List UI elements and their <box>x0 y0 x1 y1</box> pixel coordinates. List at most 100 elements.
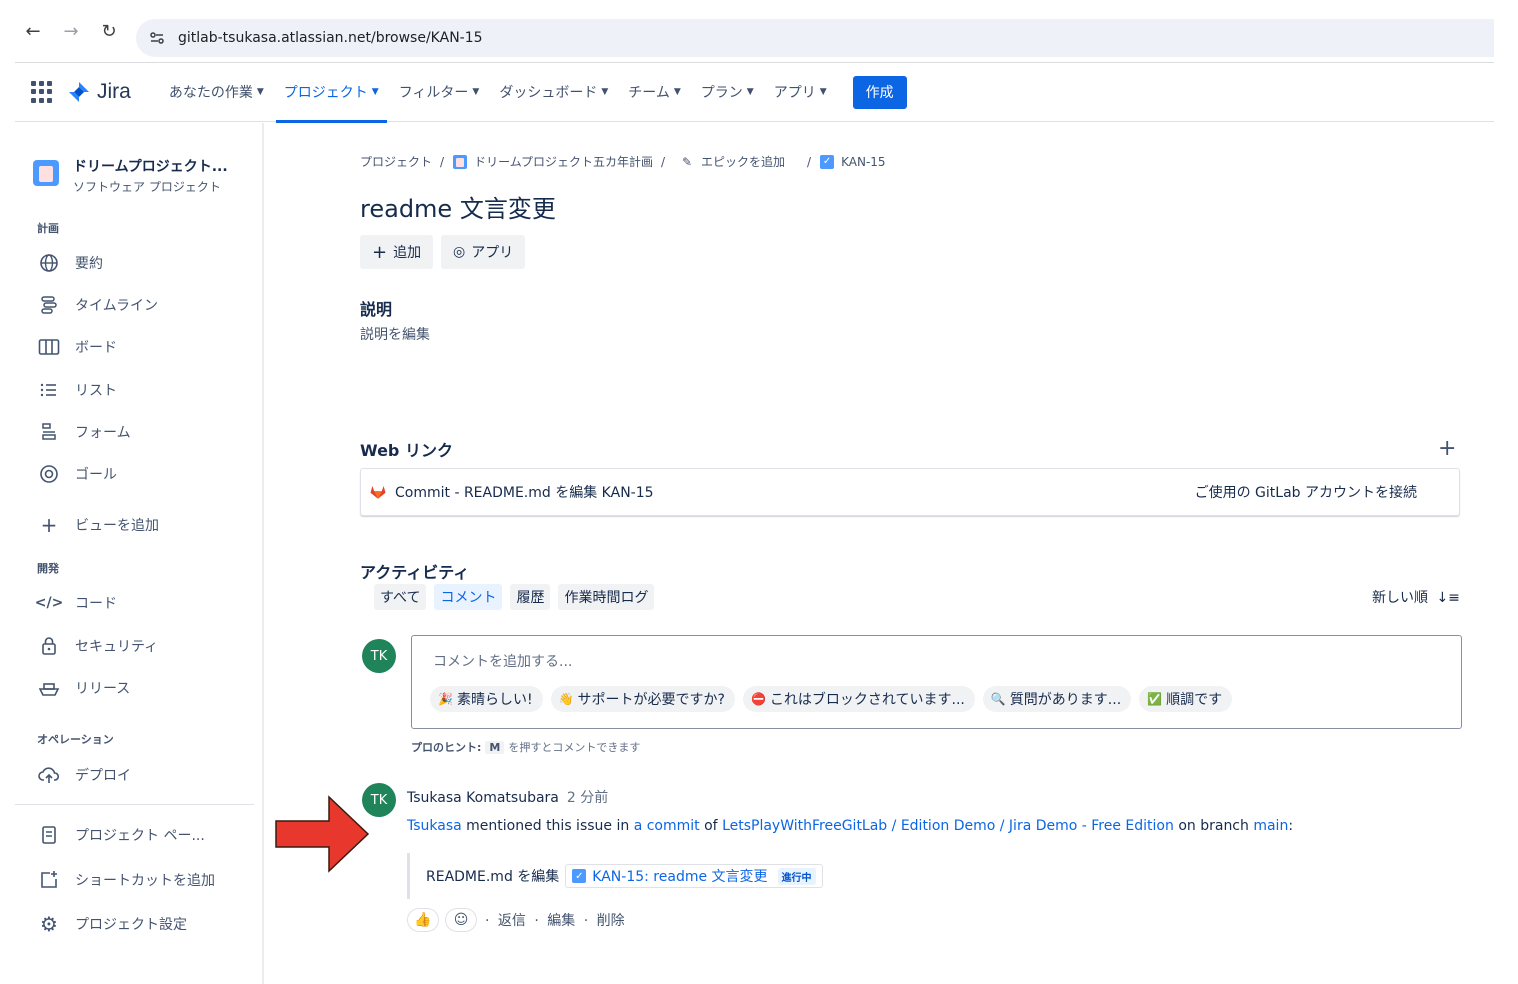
add-weblink-plus-icon[interactable]: + <box>1438 436 1456 461</box>
sidebar-item-releases[interactable]: リリース <box>37 676 130 700</box>
add-reaction-icon[interactable]: ☺ <box>445 908 477 932</box>
comment-quote: README.md を編集 ✓ KAN-15: readme 文言変更 進行中 <box>407 853 823 899</box>
party-icon: 🎉 <box>438 692 453 706</box>
branch-link[interactable]: main <box>1253 818 1288 834</box>
reload-icon[interactable]: ↻ <box>98 20 120 42</box>
weblink-row[interactable]: Commit - README.md を編集 KAN-15 ご使用の GitLa… <box>360 468 1460 516</box>
tab-all[interactable]: すべて <box>374 584 427 610</box>
sidebar-item-summary[interactable]: 要約 <box>37 251 103 275</box>
gear-icon: ⚙ <box>40 912 58 936</box>
description-editor[interactable]: 説明を編集 <box>360 324 430 344</box>
nav-dashboards[interactable]: ダッシュボード ▼ <box>491 63 616 122</box>
chevron-down-icon: ▼ <box>601 87 609 97</box>
quick-reply-blocked[interactable]: ⛔ これはブロックされています... <box>742 686 975 712</box>
avatar: TK <box>362 639 396 673</box>
sidebar-item-deploy[interactable]: デプロイ <box>37 763 131 787</box>
create-button[interactable]: 作成 <box>852 75 907 109</box>
sidebar-item-code[interactable]: </> コード <box>34 591 117 615</box>
sidebar-item-project-settings[interactable]: ⚙ プロジェクト設定 <box>37 912 187 936</box>
app-switcher-icon[interactable] <box>31 81 53 103</box>
project-type: ソフトウェア プロジェクト <box>73 180 221 194</box>
sidebar-resize-handle[interactable] <box>262 123 264 984</box>
weblinks-heading: Web リンク <box>360 441 453 460</box>
sidebar-item-project-pages[interactable]: プロジェクト ペー... <box>37 823 205 847</box>
project-avatar <box>33 160 59 186</box>
quick-replies: 🎉 素晴らしい! 👋 サポートが必要ですか? ⛔ これはブロックされています... 🔍… <box>430 686 1240 712</box>
activity-tabs: すべて コメント 履歴 作業時間ログ <box>374 584 662 610</box>
sidebar-add-view[interactable]: + ビューを追加 <box>37 513 159 537</box>
task-checkbox-icon: ✓ <box>819 154 835 170</box>
lock-icon <box>37 634 61 658</box>
quick-reply-on-track[interactable]: ✅ 順調です <box>1139 686 1233 712</box>
delete-button[interactable]: 削除 <box>597 913 625 929</box>
project-header[interactable]: ドリームプロジェクト... ソフトウェア プロジェクト <box>33 156 228 195</box>
breadcrumb: プロジェクト / ドリームプロジェクト五カ年計画 / ✎ エピックを追加 / ✓… <box>360 153 886 170</box>
comment-author[interactable]: Tsukasa Komatsubara <box>407 790 559 806</box>
add-button[interactable]: + 追加 <box>360 235 434 269</box>
nav-teams[interactable]: チーム ▼ <box>620 63 689 122</box>
thumbs-up-icon[interactable]: 👍 <box>407 908 439 932</box>
tab-comments[interactable]: コメント <box>434 584 503 610</box>
url-text: gitlab-tsukasa.atlassian.net/browse/KAN-… <box>178 30 483 46</box>
sidebar-item-goal[interactable]: ゴール <box>37 462 117 486</box>
code-icon: </> <box>34 595 64 611</box>
jira-logo-icon <box>69 82 89 102</box>
gitlab-icon <box>370 486 386 499</box>
comment-input[interactable]: コメントを追加する... 🎉 素晴らしい! 👋 サポートが必要ですか? ⛔ これはブロ… <box>411 635 1462 729</box>
status-badge: 進行中 <box>777 867 816 885</box>
site-settings-icon[interactable] <box>148 29 166 47</box>
cloud-upload-icon <box>37 763 61 787</box>
sidebar-item-board[interactable]: ボード <box>37 335 117 359</box>
sidebar-item-list[interactable]: リスト <box>37 378 117 402</box>
no-entry-icon: ⛔ <box>750 692 766 706</box>
jira-logo[interactable]: Jira <box>67 80 131 104</box>
sidebar-item-timeline[interactable]: タイムライン <box>37 293 158 317</box>
quick-reply-question[interactable]: 🔍 質問があります... <box>982 686 1132 712</box>
reply-button[interactable]: 返信 <box>498 913 526 929</box>
form-icon <box>37 420 61 444</box>
quick-reply-need-help[interactable]: 👋 サポートが必要ですか? <box>550 686 735 712</box>
repo-link[interactable]: LetsPlayWithFreeGitLab / Edition Demo / … <box>722 818 1174 834</box>
add-shortcut-icon <box>37 868 61 892</box>
apps-button[interactable]: ◎ アプリ <box>441 235 526 269</box>
back-icon[interactable]: ← <box>22 20 44 42</box>
comment-body: Tsukasa mentioned this issue in a commit… <box>407 818 1294 834</box>
sidebar-item-security[interactable]: セキュリティ <box>37 634 158 658</box>
apps-icon: ◎ <box>453 244 466 260</box>
description-heading: 説明 <box>360 300 393 319</box>
activity-heading: アクティビティ <box>360 563 470 582</box>
chevron-down-icon: ▼ <box>256 87 264 97</box>
breadcrumb-project[interactable]: ドリームプロジェクト五カ年計画 <box>474 153 653 170</box>
edit-button[interactable]: 編集 <box>547 913 575 929</box>
weblink-title[interactable]: Commit - README.md を編集 KAN-15 <box>395 482 654 502</box>
nav-your-work[interactable]: あなたの作業 ▼ <box>161 63 272 122</box>
issue-title[interactable]: readme 文言変更 <box>360 189 556 224</box>
tab-worklog[interactable]: 作業時間ログ <box>558 584 655 610</box>
forward-icon[interactable]: → <box>60 20 82 42</box>
nav-filters[interactable]: フィルター ▼ <box>391 63 488 122</box>
breadcrumb-add-epic[interactable]: エピックを追加 <box>701 153 785 170</box>
breadcrumb-projects[interactable]: プロジェクト <box>360 153 432 170</box>
commit-link[interactable]: a commit <box>634 818 700 834</box>
comment-time[interactable]: 2 分前 <box>567 790 608 806</box>
pro-tip: プロのヒント: M を押すとコメントできます <box>411 741 641 754</box>
task-checkbox-icon: ✓ <box>572 869 587 883</box>
goal-icon <box>37 462 61 486</box>
nav-projects[interactable]: プロジェクト ▼ <box>275 63 387 123</box>
sort-button[interactable]: 新しい順 ↓≡ <box>1372 587 1460 607</box>
address-bar[interactable]: gitlab-tsukasa.atlassian.net/browse/KAN-… <box>136 19 1494 57</box>
connect-gitlab-link[interactable]: ご使用の GitLab アカウントを接続 <box>1195 482 1417 502</box>
sidebar-item-form[interactable]: フォーム <box>37 420 131 444</box>
breadcrumb-issue-key[interactable]: KAN-15 <box>841 155 885 169</box>
issue-smart-link[interactable]: ✓ KAN-15: readme 文言変更 進行中 <box>565 864 823 888</box>
chevron-down-icon: ▼ <box>746 87 754 97</box>
board-icon <box>37 335 61 359</box>
sidebar-item-add-shortcut[interactable]: ショートカットを追加 <box>37 868 215 892</box>
nav-apps[interactable]: アプリ ▼ <box>766 63 835 122</box>
project-avatar-icon <box>452 154 468 170</box>
mention-user-link[interactable]: Tsukasa <box>407 818 462 834</box>
comment-actions: 👍 ☺ · 返信 · 編集 · 削除 <box>407 908 627 932</box>
nav-plans[interactable]: プラン ▼ <box>693 63 762 122</box>
quick-reply-great[interactable]: 🎉 素晴らしい! <box>430 686 543 712</box>
tab-history[interactable]: 履歴 <box>510 584 551 610</box>
